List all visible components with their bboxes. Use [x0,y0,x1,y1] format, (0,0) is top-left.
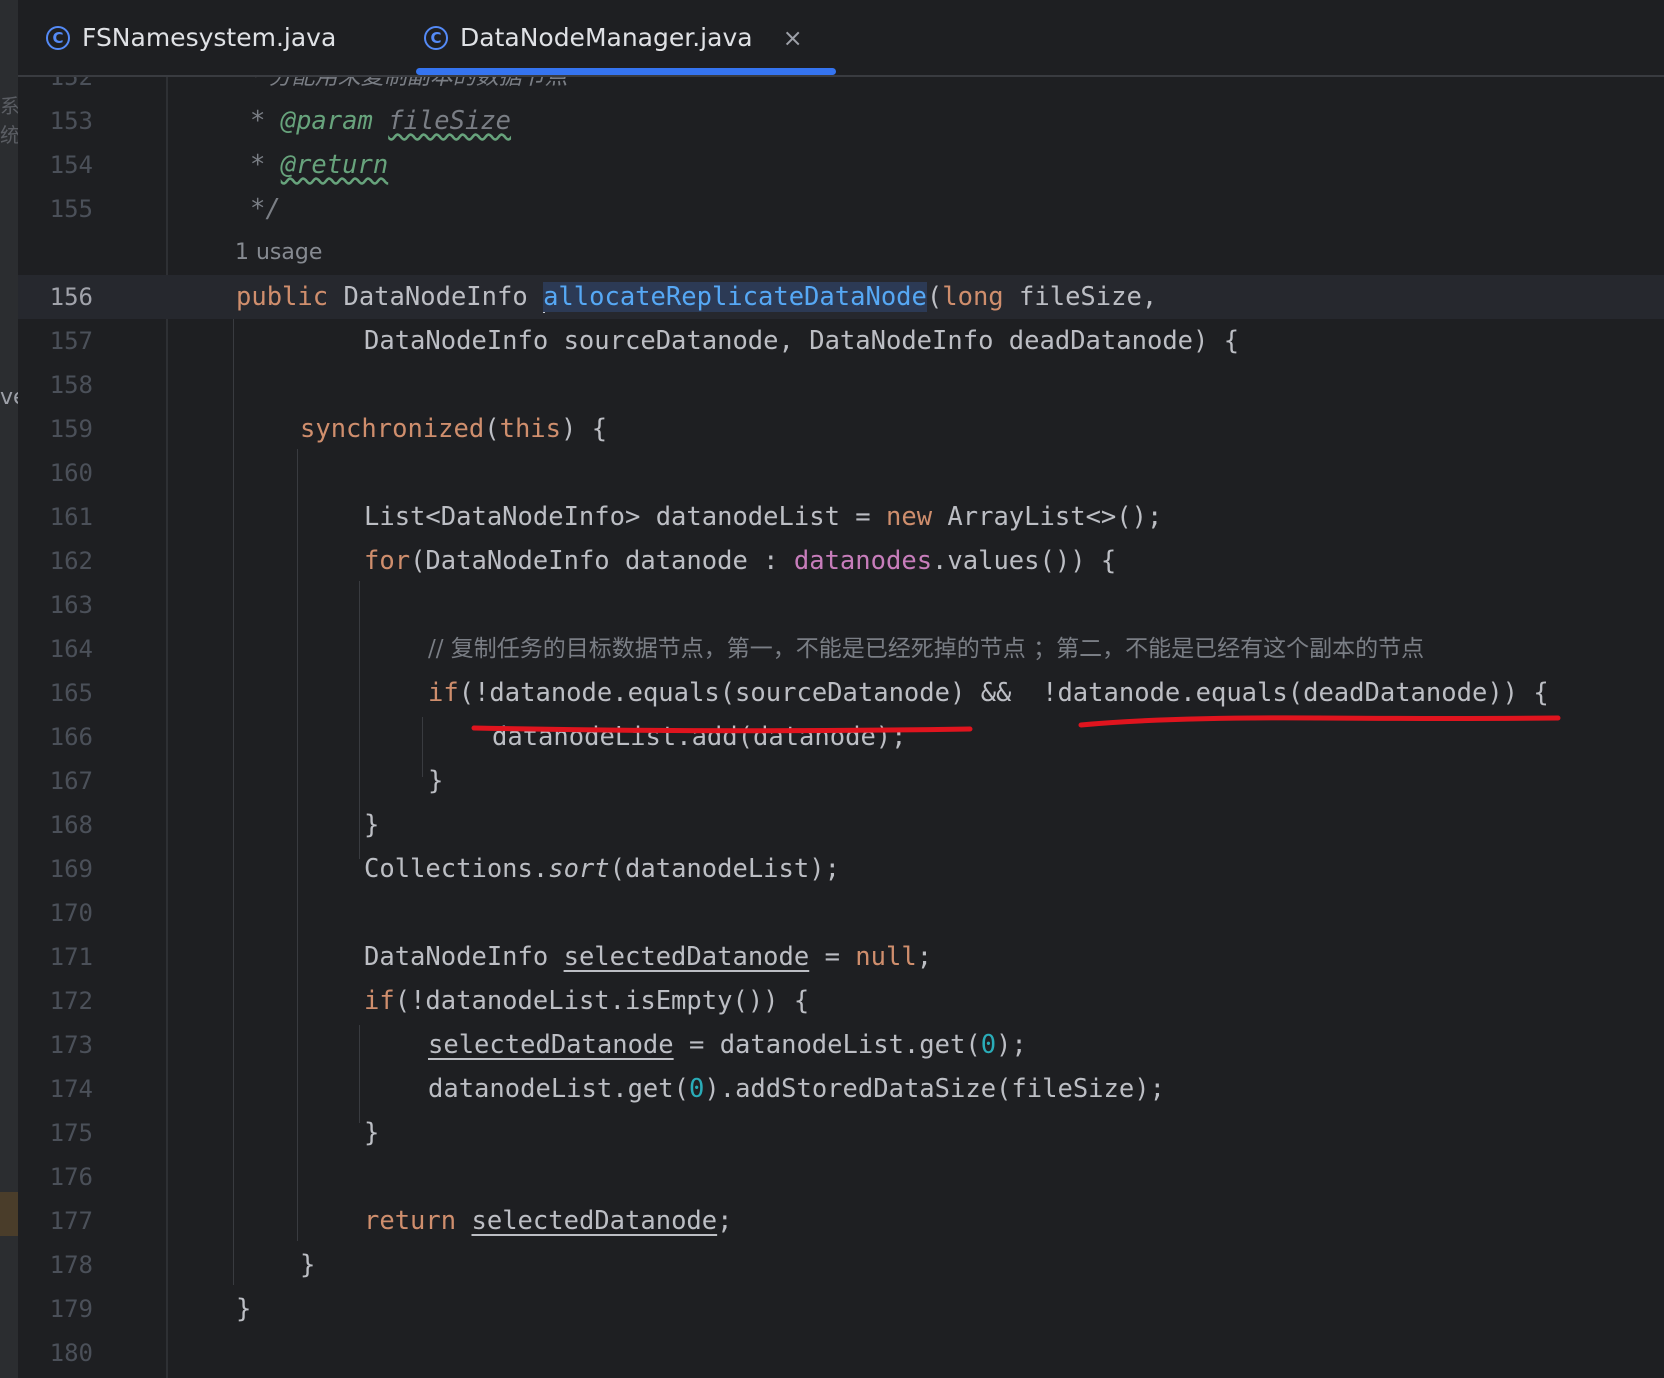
tab-label: DataNodeManager.java [460,23,753,52]
left-strip-fragment-top: 系统 [0,94,20,147]
editor-tab-bar: C FSNamesystem.java C DataNodeManager.ja… [18,0,1664,77]
class-c-icon: C [424,25,448,50]
code-editor[interactable]: 152 * 分配用来复制副本的数据节点 153 * @param fileSiz… [18,77,1664,1378]
left-tool-strip: 系统 ve [0,0,27,1378]
tab-fsnamesystem[interactable]: C FSNamesystem.java [46,0,336,75]
tab-datanodemanager[interactable]: C DataNodeManager.java × [424,0,803,75]
tab-label: FSNamesystem.java [82,23,337,52]
red-underline-source [471,725,973,734]
left-strip-marker [0,1192,18,1236]
class-c-icon: C [46,25,70,50]
red-underline-dead [1078,715,1561,728]
active-tab-indicator [416,68,836,75]
close-icon[interactable]: × [783,24,803,52]
red-annotation-layer [471,715,1561,734]
